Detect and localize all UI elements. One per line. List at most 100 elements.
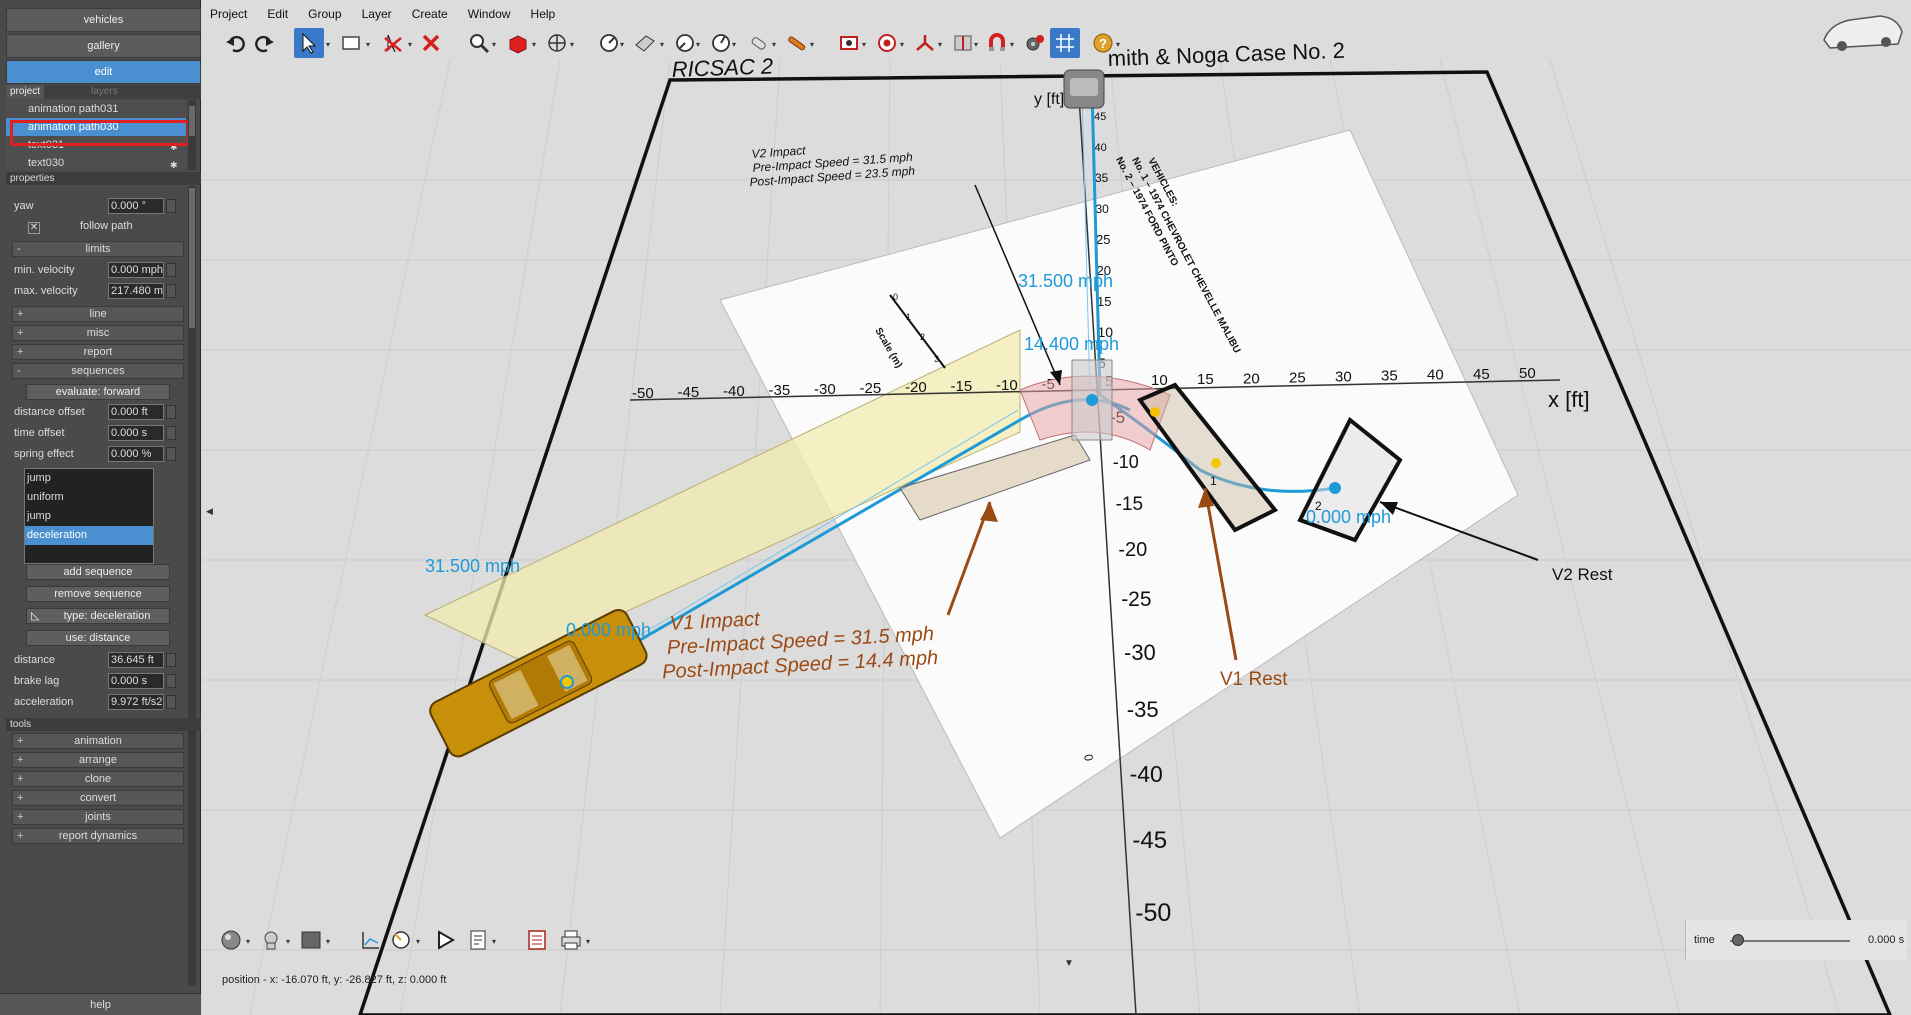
time-offset-spinner[interactable] xyxy=(166,426,176,440)
magnet-dropdown-icon[interactable]: ▾ xyxy=(1010,40,1017,49)
properties-scrollbar[interactable] xyxy=(188,186,196,986)
gallery-button[interactable]: gallery xyxy=(6,34,201,58)
axes-dropdown-icon[interactable]: ▾ xyxy=(938,40,945,49)
sequences-section[interactable]: - sequences xyxy=(12,363,184,379)
acceleration-field[interactable]: 9.972 ft/s2 xyxy=(108,694,164,710)
yaw-spinner[interactable] xyxy=(166,199,176,213)
brake-lag-field[interactable]: 0.000 s xyxy=(108,673,164,689)
spring-effect-field[interactable]: 0.000 % xyxy=(108,446,164,462)
select-dropdown-icon[interactable]: ▾ xyxy=(326,40,333,49)
sphere-dropdown-icon[interactable]: ▾ xyxy=(246,937,253,946)
measure-dropdown-icon[interactable]: ▾ xyxy=(620,40,627,49)
menu-create[interactable]: Create xyxy=(412,4,448,24)
unselect-dropdown-icon[interactable]: ▾ xyxy=(408,40,415,49)
tool-animation[interactable]: + animation xyxy=(12,733,184,749)
limits-section[interactable]: - limits xyxy=(12,241,184,257)
help-icon[interactable]: ? xyxy=(1088,28,1118,58)
sequence-item[interactable]: uniform xyxy=(25,488,153,507)
axes-icon[interactable] xyxy=(910,28,940,58)
v1-rest-marker[interactable] xyxy=(1211,458,1221,468)
follow-path-checkbox[interactable]: ✕ xyxy=(28,222,40,234)
sequence-item[interactable]: jump xyxy=(25,469,153,488)
head-icon[interactable] xyxy=(256,925,286,955)
print-dropdown-icon[interactable]: ▾ xyxy=(586,937,593,946)
layer-item[interactable]: animation path031 xyxy=(6,100,186,118)
add-sequence-button[interactable]: add sequence xyxy=(26,564,170,580)
report-section[interactable]: + report xyxy=(12,344,184,360)
gear-settings-icon[interactable] xyxy=(1020,28,1050,58)
camera-icon[interactable] xyxy=(834,28,864,58)
help-dropdown-icon[interactable]: ▾ xyxy=(1116,40,1123,49)
angle-dropdown-icon[interactable]: ▾ xyxy=(696,40,703,49)
layer-scrollbar[interactable] xyxy=(188,100,196,170)
time-slider-track[interactable] xyxy=(1730,940,1850,942)
sequence-item-selected[interactable]: deceleration xyxy=(25,526,153,545)
speed-label-v1-pre[interactable]: 31.500 mph xyxy=(425,556,520,576)
remove-sequence-button[interactable]: remove sequence xyxy=(26,586,170,602)
sphere-icon[interactable] xyxy=(216,925,246,955)
graph-icon[interactable] xyxy=(356,925,386,955)
tab-layers[interactable]: layers xyxy=(87,85,122,99)
target-dropdown-icon[interactable]: ▾ xyxy=(900,40,907,49)
menu-project[interactable]: Project xyxy=(210,4,247,24)
min-velocity-spinner[interactable] xyxy=(166,263,176,277)
help-button[interactable]: help xyxy=(0,993,201,1015)
distance-field[interactable]: 36.645 ft xyxy=(108,652,164,668)
min-velocity-field[interactable]: 0.000 mph xyxy=(108,262,164,278)
grid-icon[interactable] xyxy=(1050,28,1080,58)
speed-label-v2-pre[interactable]: 31.500 mph xyxy=(1018,271,1113,291)
text030-visibility-icon[interactable]: ✱ xyxy=(170,160,178,171)
time-offset-field[interactable]: 0.000 s xyxy=(108,425,164,441)
max-velocity-field[interactable]: 217.480 m xyxy=(108,283,164,299)
menu-layer[interactable]: Layer xyxy=(362,4,392,24)
time-slider-knob[interactable] xyxy=(1732,934,1744,946)
line-section[interactable]: + line xyxy=(12,306,184,322)
rectangle-select-icon[interactable] xyxy=(336,28,366,58)
magnet-icon[interactable] xyxy=(982,28,1012,58)
ruler-dropdown-icon[interactable]: ▾ xyxy=(416,937,423,946)
v1-mid-marker[interactable] xyxy=(1150,407,1160,417)
color-dropdown-icon[interactable]: ▾ xyxy=(326,937,333,946)
menu-window[interactable]: Window xyxy=(468,4,511,24)
target-icon[interactable] xyxy=(872,28,902,58)
max-velocity-spinner[interactable] xyxy=(166,284,176,298)
plane-dropdown-icon[interactable]: ▾ xyxy=(660,40,667,49)
menu-group[interactable]: Group xyxy=(308,4,341,24)
cube-dropdown-icon[interactable]: ▾ xyxy=(532,40,539,49)
square-color-icon[interactable] xyxy=(296,925,326,955)
speed-label-v1-start[interactable]: 0.000 mph xyxy=(566,620,651,640)
tab-project[interactable]: project xyxy=(6,85,45,99)
v1-start-marker[interactable] xyxy=(560,675,574,689)
print-icon[interactable] xyxy=(556,925,586,955)
spring-effect-spinner[interactable] xyxy=(166,447,176,461)
document-icon[interactable] xyxy=(522,925,552,955)
pencil-icon[interactable] xyxy=(782,28,812,58)
layer-item[interactable]: text030 xyxy=(6,154,186,170)
tool-convert[interactable]: + convert xyxy=(12,790,184,806)
unselect-icon[interactable] xyxy=(378,28,408,58)
zoom-dropdown-icon[interactable]: ▾ xyxy=(492,40,499,49)
split-dropdown-icon[interactable]: ▾ xyxy=(974,40,981,49)
collapse-panel-arrow-icon[interactable]: ◀ xyxy=(206,506,213,517)
delete-x-icon[interactable] xyxy=(416,28,446,58)
undo-icon[interactable] xyxy=(220,28,250,58)
rect-dropdown-icon[interactable]: ▾ xyxy=(366,40,373,49)
expand-bottom-arrow-icon[interactable]: ▼ xyxy=(1064,958,1074,969)
distance-offset-field[interactable]: 0.000 ft xyxy=(108,404,164,420)
tool-clone[interactable]: + clone xyxy=(12,771,184,787)
3d-viewport[interactable]: -50-45-40-35-30-25-20-15-10-551015202530… xyxy=(202,0,1911,1015)
plane-icon[interactable] xyxy=(630,28,660,58)
acceleration-spinner[interactable] xyxy=(166,695,176,709)
speed-label-v1-post[interactable]: 14.400 mph xyxy=(1024,334,1119,354)
cube-icon[interactable] xyxy=(502,28,532,58)
menu-help[interactable]: Help xyxy=(531,4,556,24)
use-distance-button[interactable]: use: distance xyxy=(26,630,170,646)
v2-rest-marker[interactable] xyxy=(1329,482,1341,494)
misc-section[interactable]: + misc xyxy=(12,325,184,341)
vehicles-button[interactable]: vehicles xyxy=(6,8,201,32)
evaluate-forward-button[interactable]: evaluate: forward xyxy=(26,384,170,400)
distance-spinner[interactable] xyxy=(166,653,176,667)
pencil-dropdown-icon[interactable]: ▾ xyxy=(810,40,817,49)
report-dropdown-icon[interactable]: ▾ xyxy=(492,937,499,946)
zoom-icon[interactable] xyxy=(464,28,494,58)
